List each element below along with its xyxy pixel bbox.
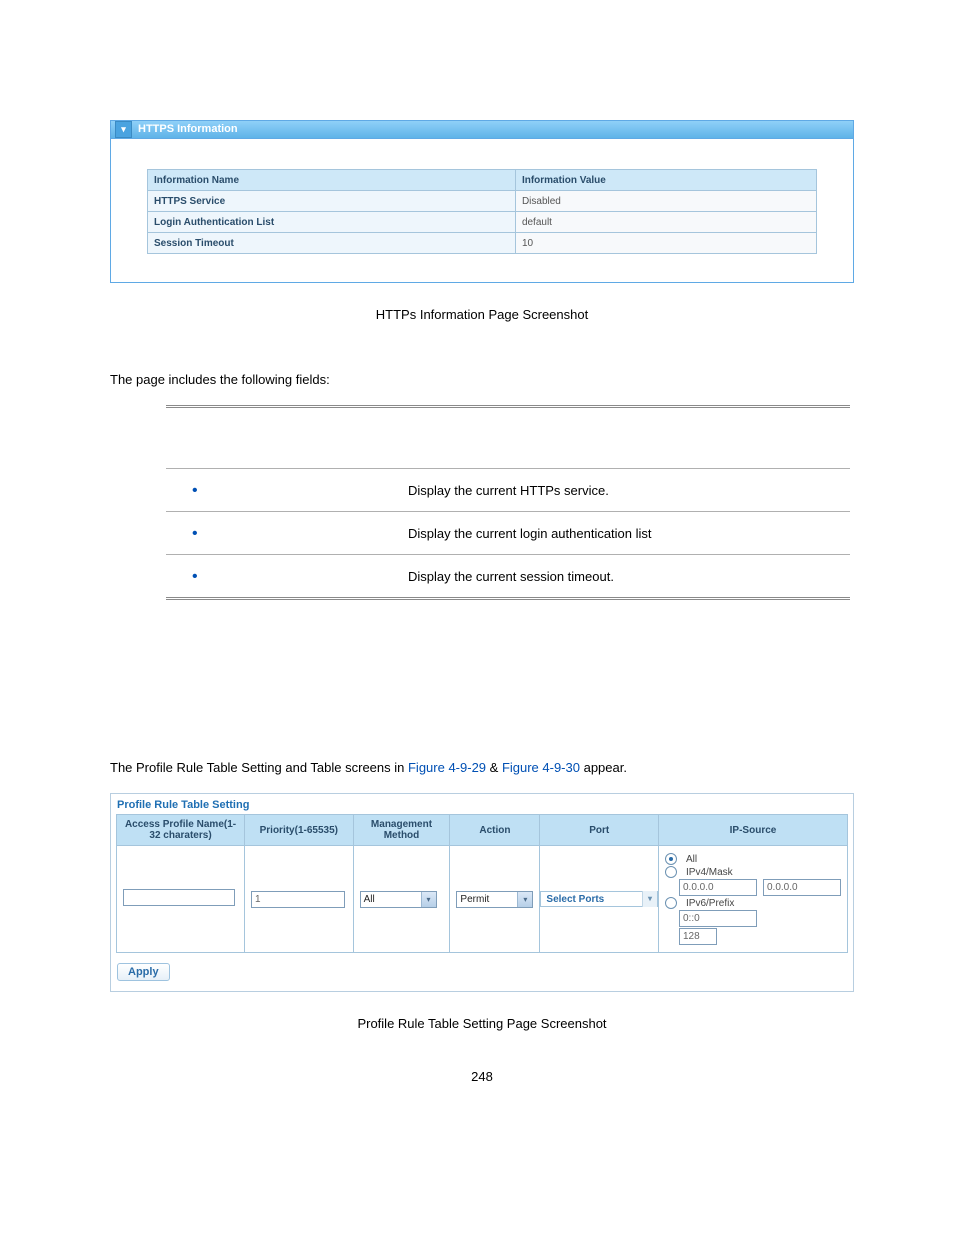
ipv4-address-input[interactable]: 0.0.0.0 <box>679 879 757 896</box>
table-row: • Display the current login authenticati… <box>166 512 850 555</box>
body-paragraph: The page includes the following fields: <box>110 372 854 387</box>
chevron-down-icon: ▾ <box>517 892 532 907</box>
panel-header: ▾ HTTPS Information <box>111 121 853 139</box>
https-info-table: Information Name Information Value HTTPS… <box>147 169 817 254</box>
figure-caption: Profile Rule Table Setting Page Screensh… <box>110 1016 854 1031</box>
management-method-select[interactable]: All ▾ <box>360 891 437 908</box>
port-select[interactable]: Select Ports ▾ <box>540 891 658 907</box>
info-name: Login Authentication List <box>148 212 516 233</box>
table-header-row <box>166 407 850 469</box>
body-paragraph: The Profile Rule Table Setting and Table… <box>110 760 854 775</box>
select-value: Permit <box>460 894 489 905</box>
col-header-profile-name: Access Profile Name(1-32 charaters) <box>117 815 245 846</box>
https-information-panel: ▾ HTTPS Information Information Name Inf… <box>110 120 854 283</box>
priority-input[interactable]: 1 <box>251 891 345 908</box>
ip-source-radio-all[interactable] <box>665 853 680 865</box>
info-value: Disabled <box>515 191 816 212</box>
figure-link[interactable]: Figure 4-9-29 <box>408 760 486 775</box>
col-header-value: Information Value <box>515 170 816 191</box>
col-header-method: Management Method <box>353 815 450 846</box>
text: The Profile Rule Table Setting and Table… <box>110 760 408 775</box>
ipv4-mask-input[interactable]: 0.0.0.0 <box>763 879 841 896</box>
chevron-down-icon: ▾ <box>642 891 657 907</box>
profile-rule-panel: Profile Rule Table Setting Access Profil… <box>110 793 854 992</box>
fields-description-table: • Display the current HTTPs service. • D… <box>166 405 850 600</box>
bullet-icon: • <box>192 525 198 542</box>
radio-label: All <box>686 854 697 865</box>
field-description: Display the current login authentication… <box>400 512 850 555</box>
text: & <box>486 760 502 775</box>
select-value: Select Ports <box>546 894 604 905</box>
panel-title: Profile Rule Table Setting <box>111 794 853 814</box>
col-header-action: Action <box>450 815 540 846</box>
figure-link[interactable]: Figure 4-9-30 <box>502 760 580 775</box>
info-value: 10 <box>515 233 816 254</box>
collapse-toggle-icon[interactable]: ▾ <box>115 121 132 138</box>
col-header-priority: Priority(1-65535) <box>245 815 354 846</box>
col-header-name: Information Name <box>148 170 516 191</box>
profile-rule-table: Access Profile Name(1-32 charaters) Prio… <box>116 814 848 953</box>
figure-caption: HTTPs Information Page Screenshot <box>110 307 854 322</box>
page-number: 248 <box>110 1069 854 1084</box>
radio-label: IPv6/Prefix <box>686 898 734 909</box>
ip-source-block: All IPv4/Mask 0.0.0.0 0.0.0.0 <box>665 853 841 945</box>
ipv6-address-input[interactable]: 0::0 <box>679 910 757 927</box>
apply-button[interactable]: Apply <box>117 963 170 981</box>
table-row: HTTPS Service Disabled <box>148 191 817 212</box>
panel-title: HTTPS Information <box>138 121 238 138</box>
info-name: Session Timeout <box>148 233 516 254</box>
table-row: Login Authentication List default <box>148 212 817 233</box>
table-row: 1 All ▾ Permit ▾ <box>117 846 848 953</box>
bullet-icon: • <box>192 482 198 499</box>
col-header-ip-source: IP-Source <box>659 815 848 846</box>
chevron-down-icon: ▾ <box>421 892 436 907</box>
table-row: • Display the current session timeout. <box>166 555 850 599</box>
select-value: All <box>364 894 375 905</box>
field-description: Display the current HTTPs service. <box>400 469 850 512</box>
action-select[interactable]: Permit ▾ <box>456 891 533 908</box>
ip-source-radio-ipv6[interactable] <box>665 897 680 909</box>
info-name: HTTPS Service <box>148 191 516 212</box>
ipv6-prefix-input[interactable]: 128 <box>679 928 717 945</box>
table-row: • Display the current HTTPs service. <box>166 469 850 512</box>
col-header-port: Port <box>540 815 659 846</box>
radio-label: IPv4/Mask <box>686 867 733 878</box>
table-row: Session Timeout 10 <box>148 233 817 254</box>
bullet-icon: • <box>192 568 198 585</box>
info-value: default <box>515 212 816 233</box>
profile-name-input[interactable] <box>123 889 235 906</box>
text: appear. <box>580 760 627 775</box>
ip-source-radio-ipv4[interactable] <box>665 866 680 878</box>
field-description: Display the current session timeout. <box>400 555 850 599</box>
